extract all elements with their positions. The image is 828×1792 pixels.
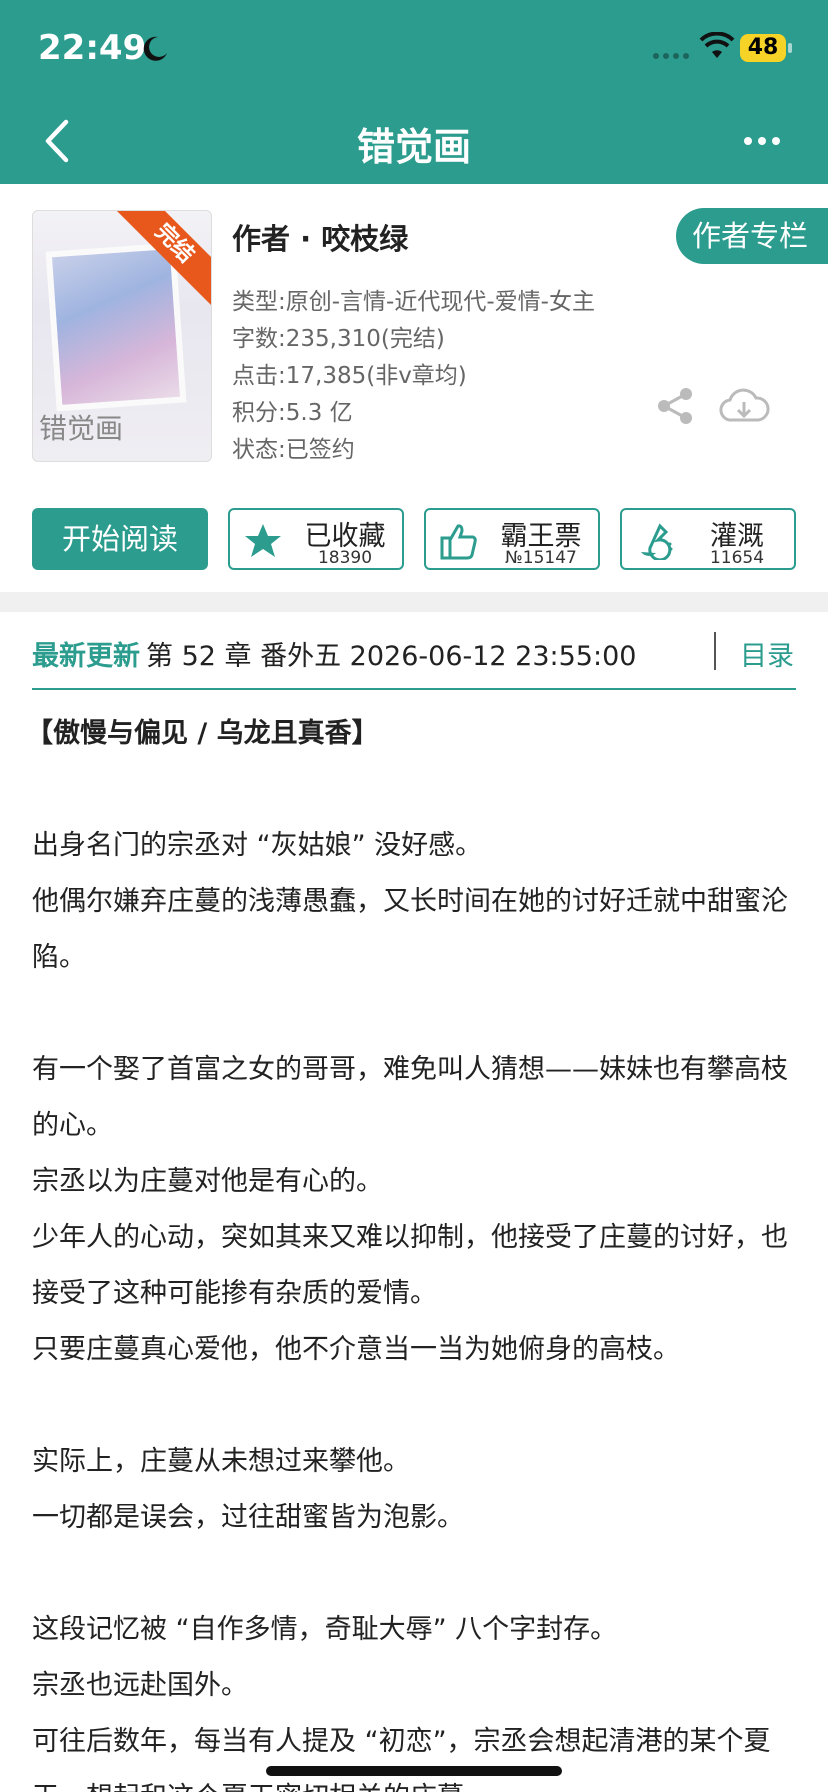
update-divider: [714, 632, 716, 670]
summary-blank: [32, 1378, 796, 1434]
summary-blank: [32, 762, 796, 818]
watering-flask-icon: [641, 523, 673, 560]
home-indicator[interactable]: [266, 1766, 562, 1776]
cover-illustration: [45, 242, 187, 412]
cover-title: 错觉画: [39, 412, 124, 445]
summary-blank: [32, 1546, 796, 1602]
thumbs-up-icon: [440, 524, 477, 560]
sign-status: 状态:已签约: [232, 437, 355, 463]
collect-button[interactable]: 已收藏 18390: [228, 508, 404, 570]
vote-count: №15147: [505, 548, 577, 568]
summary-paragraph: 可往后数年，每当有人提及 “初恋”，宗丞会想起清港的某个夏天，想起和这个夏天密切…: [32, 1726, 771, 1792]
book-type: 类型:原创-言情-近代现代-爱情-女主: [232, 289, 595, 315]
start-reading-button[interactable]: 开始阅读: [32, 508, 208, 570]
more-options-icon[interactable]: [742, 134, 782, 148]
author-name[interactable]: 作者 · 咬枝绿: [232, 216, 408, 258]
signal-icon: [653, 53, 689, 59]
book-cover[interactable]: 错觉画 完结: [32, 210, 212, 462]
water-button[interactable]: 灌溉 11654: [620, 508, 796, 570]
table-of-contents-link[interactable]: 目录: [740, 634, 794, 673]
summary-paragraph: 只要庄蔓真心爱他，他不介意当一当为她俯身的高枝。: [32, 1334, 680, 1365]
word-count: 字数:235,310(完结): [232, 326, 445, 352]
latest-chapter-link[interactable]: 第 52 章 番外五 2026-06-12 23:55:00: [146, 634, 636, 673]
summary-paragraph: 实际上，庄蔓从未想过来攀他。: [32, 1446, 410, 1477]
download-cloud-icon[interactable]: [718, 386, 770, 426]
page-title: 错觉画: [356, 125, 471, 169]
book-summary: 【傲慢与偏见 / 乌龙且真香】 出身名门的宗丞对 “灰姑娘” 没好感。 他偶尔嫌…: [32, 706, 796, 1792]
battery-indicator: 48: [740, 34, 792, 62]
summary-paragraph: 这段记忆被 “自作多情，奇耻大辱” 八个字封存。: [32, 1614, 618, 1645]
top-bar: 22:49 48 错觉画: [0, 0, 828, 184]
summary-blank: [32, 986, 796, 1042]
summary-paragraph: 宗丞以为庄蔓对他是有心的。: [32, 1166, 383, 1197]
latest-update-label: 最新更新: [32, 641, 140, 672]
summary-paragraph: 出身名门的宗丞对 “灰姑娘” 没好感。: [32, 830, 483, 861]
section-divider: [0, 592, 828, 612]
click-count: 点击:17,385(非v章均): [232, 363, 467, 389]
star-icon: [245, 524, 281, 557]
moon-icon: [143, 36, 167, 61]
summary-paragraph: 有一个娶了首富之女的哥哥，难免叫人猜想——妹妹也有攀高枝的心。: [32, 1054, 788, 1141]
vote-button[interactable]: 霸王票 №15147: [424, 508, 600, 570]
summary-paragraph: 他偶尔嫌弃庄蔓的浅薄愚蠢，又长时间在她的讨好迁就中甜蜜沦陷。: [32, 886, 788, 973]
status-time: 22:49: [38, 28, 147, 68]
collect-count: 18390: [317, 548, 373, 568]
summary-paragraph: 少年人的心动，突如其来又难以抑制，他接受了庄蔓的讨好，也接受了这种可能掺有杂质的…: [32, 1222, 788, 1309]
wifi-icon: [699, 32, 735, 58]
water-count: 11654: [709, 548, 765, 568]
battery-level: 48: [740, 34, 786, 62]
summary-tagline: 【傲慢与偏见 / 乌龙且真香】: [32, 718, 379, 749]
battery-tip: [788, 43, 792, 53]
points: 积分:5.3 亿: [232, 400, 353, 426]
share-icon[interactable]: [656, 386, 696, 426]
summary-paragraph: 宗丞也远赴国外。: [32, 1670, 248, 1701]
latest-update-bar: 最新更新 第 52 章 番外五 2026-06-12 23:55:00 目录: [32, 630, 796, 690]
author-column-button[interactable]: 作者专栏: [676, 208, 828, 264]
summary-paragraph: 一切都是误会，过往甜蜜皆为泡影。: [32, 1502, 464, 1533]
